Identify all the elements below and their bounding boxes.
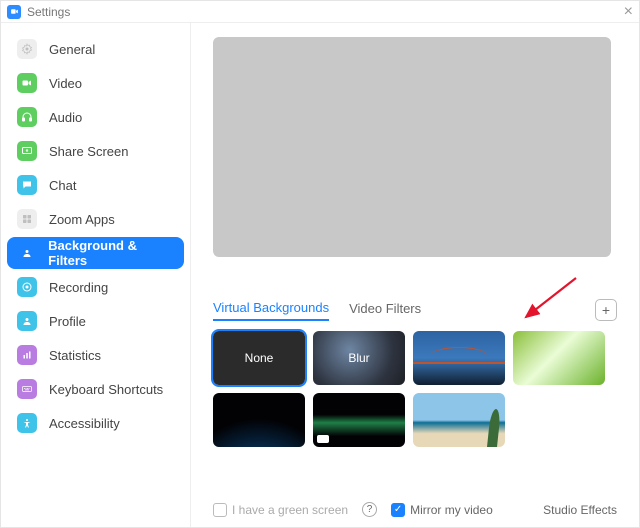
keyboard-icon — [17, 379, 37, 399]
video-preview — [213, 37, 611, 257]
help-icon[interactable]: ? — [362, 502, 377, 517]
sidebar-item-accessibility[interactable]: Accessibility — [7, 407, 184, 439]
studio-effects-link[interactable]: Studio Effects — [543, 503, 617, 517]
sidebar-item-zoom-apps[interactable]: Zoom Apps — [7, 203, 184, 235]
sidebar-item-general[interactable]: General — [7, 33, 184, 65]
settings-window: Settings × General Video Audio Share Scr… — [0, 0, 640, 528]
sidebar-item-keyboard-shortcuts[interactable]: Keyboard Shortcuts — [7, 373, 184, 405]
recording-icon — [17, 277, 37, 297]
settings-sidebar: General Video Audio Share Screen Chat Zo… — [1, 23, 191, 527]
checkbox-icon — [213, 503, 227, 517]
sidebar-item-label: Accessibility — [49, 416, 120, 431]
background-option-blur[interactable]: Blur — [313, 331, 405, 385]
footer-options: I have a green screen ? ✓ Mirror my vide… — [213, 492, 617, 517]
sidebar-item-audio[interactable]: Audio — [7, 101, 184, 133]
sidebar-item-label: Chat — [49, 178, 76, 193]
thumb-label: None — [245, 351, 274, 365]
sidebar-item-label: Audio — [49, 110, 82, 125]
sidebar-item-label: General — [49, 42, 95, 57]
sidebar-item-video[interactable]: Video — [7, 67, 184, 99]
green-screen-label: I have a green screen — [232, 503, 348, 517]
add-background-button[interactable]: + — [595, 299, 617, 321]
share-screen-icon — [17, 141, 37, 161]
sidebar-item-recording[interactable]: Recording — [7, 271, 184, 303]
sidebar-item-label: Share Screen — [49, 144, 129, 159]
apps-icon — [17, 209, 37, 229]
mirror-label: Mirror my video — [410, 503, 493, 517]
window-title: Settings — [27, 5, 70, 19]
sidebar-item-share-screen[interactable]: Share Screen — [7, 135, 184, 167]
background-icon — [17, 243, 36, 263]
sidebar-item-label: Video — [49, 76, 82, 91]
tab-video-filters[interactable]: Video Filters — [349, 301, 421, 320]
sidebar-item-profile[interactable]: Profile — [7, 305, 184, 337]
profile-icon — [17, 311, 37, 331]
background-option-grass[interactable] — [513, 331, 605, 385]
checkbox-icon: ✓ — [391, 503, 405, 517]
mirror-video-checkbox[interactable]: ✓ Mirror my video — [391, 503, 493, 517]
sidebar-item-statistics[interactable]: Statistics — [7, 339, 184, 371]
headphones-icon — [17, 107, 37, 127]
green-screen-checkbox[interactable]: I have a green screen — [213, 503, 348, 517]
gear-icon — [17, 39, 37, 59]
tab-virtual-backgrounds[interactable]: Virtual Backgrounds — [213, 300, 329, 321]
chat-icon — [17, 175, 37, 195]
sidebar-item-label: Keyboard Shortcuts — [49, 382, 163, 397]
background-thumbnails: None Blur — [213, 331, 617, 455]
statistics-icon — [17, 345, 37, 365]
sidebar-item-background-filters[interactable]: Background & Filters — [7, 237, 184, 269]
sidebar-item-label: Recording — [49, 280, 108, 295]
close-button[interactable]: × — [624, 4, 633, 20]
accessibility-icon — [17, 413, 37, 433]
sidebar-item-label: Profile — [49, 314, 86, 329]
background-option-earth[interactable] — [213, 393, 305, 447]
background-option-beach[interactable] — [413, 393, 505, 447]
sidebar-item-label: Zoom Apps — [49, 212, 115, 227]
sidebar-item-label: Background & Filters — [48, 238, 174, 268]
video-icon — [17, 73, 37, 93]
settings-main-panel: Virtual Backgrounds Video Filters + None… — [191, 23, 639, 527]
thumb-label: Blur — [348, 351, 369, 365]
sidebar-item-chat[interactable]: Chat — [7, 169, 184, 201]
titlebar: Settings × — [1, 1, 639, 23]
zoom-app-icon — [7, 5, 21, 19]
background-option-bridge[interactable] — [413, 331, 505, 385]
background-option-aurora[interactable] — [313, 393, 405, 447]
background-tabs: Virtual Backgrounds Video Filters + — [213, 299, 617, 321]
background-option-none[interactable]: None — [213, 331, 305, 385]
sidebar-item-label: Statistics — [49, 348, 101, 363]
